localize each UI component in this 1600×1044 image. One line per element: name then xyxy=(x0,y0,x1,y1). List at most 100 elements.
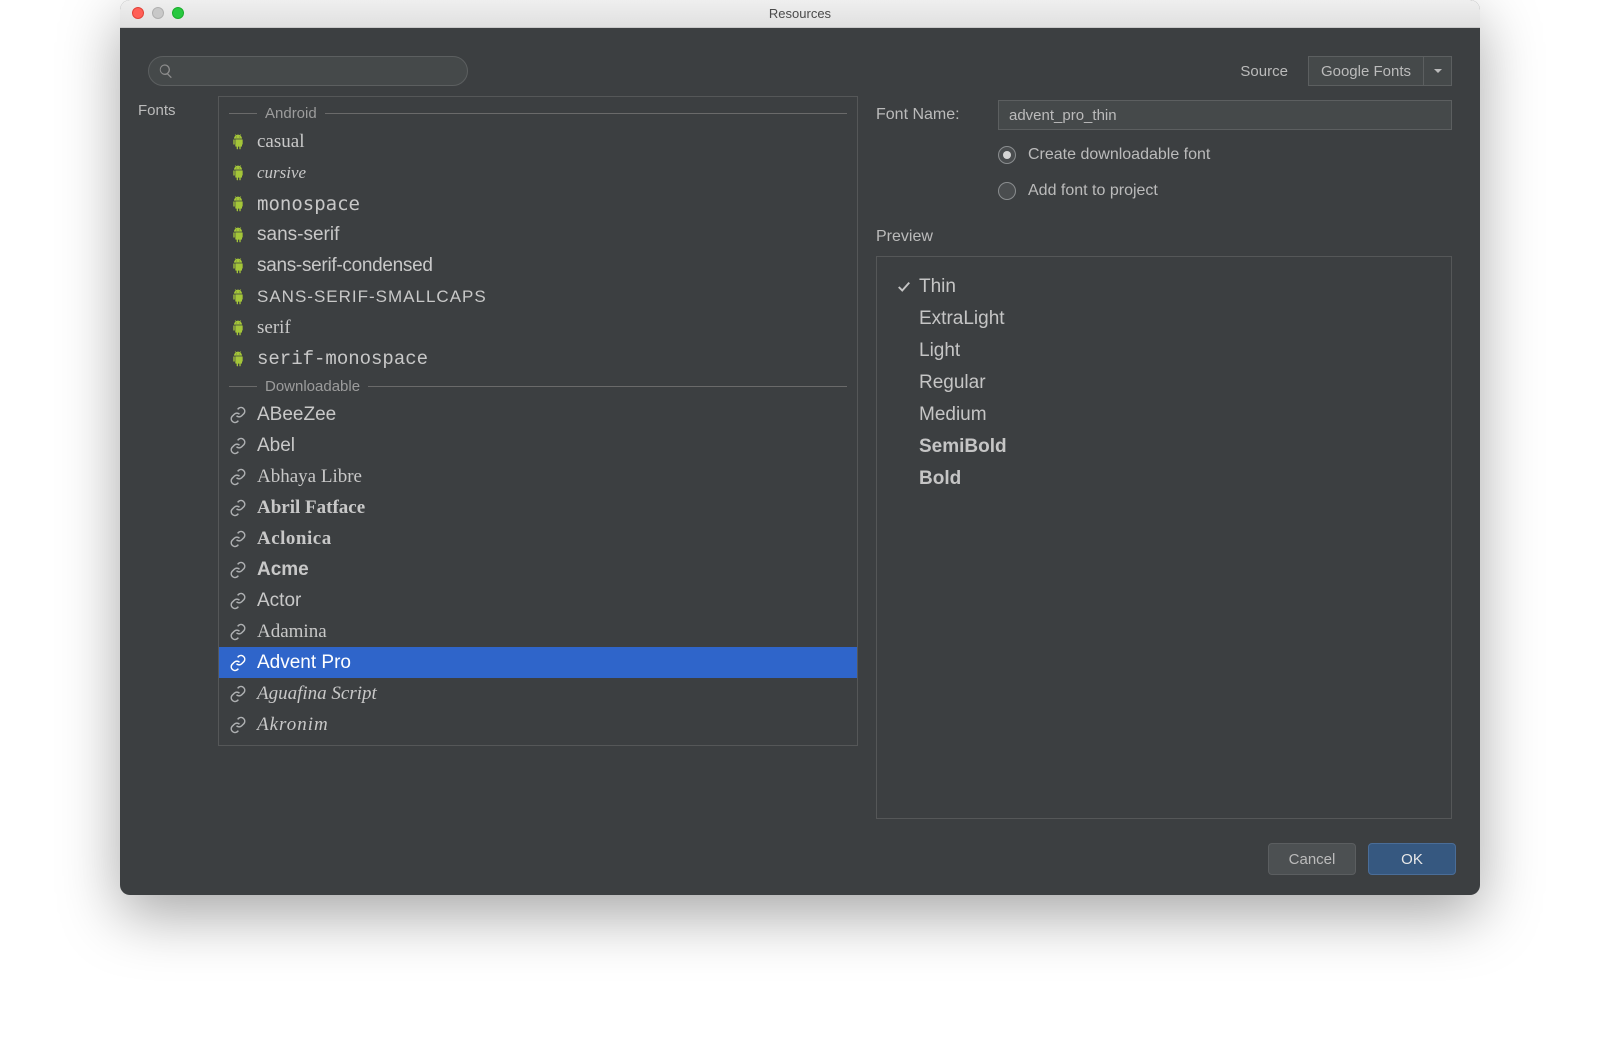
radio-icon xyxy=(998,146,1016,164)
font-list[interactable]: Android casual cursive monospace sans-serif s… xyxy=(218,96,858,746)
ok-button[interactable]: OK xyxy=(1368,843,1456,875)
font-item[interactable]: Acme xyxy=(219,554,857,585)
font-item[interactable]: serif-monospace xyxy=(219,343,857,374)
weight-label: Regular xyxy=(919,372,986,394)
android-icon xyxy=(229,289,247,305)
titlebar: Resources xyxy=(120,0,1480,28)
font-item[interactable]: cursive xyxy=(219,157,857,188)
check-icon xyxy=(895,280,913,294)
weight-row[interactable]: Regular xyxy=(895,367,1433,399)
font-item-label: Advent Pro xyxy=(257,652,351,674)
search-field xyxy=(148,56,468,86)
font-item-label: Abel xyxy=(257,435,295,457)
link-icon xyxy=(229,654,247,672)
font-item[interactable]: serif xyxy=(219,312,857,343)
font-item[interactable]: monospace xyxy=(219,188,857,219)
weight-row[interactable]: Thin xyxy=(895,271,1433,303)
font-item-label: sans-serif xyxy=(257,224,339,246)
font-item-label: cursive xyxy=(257,163,306,183)
search-input[interactable] xyxy=(148,56,468,86)
font-item-label: Abhaya Libre xyxy=(257,466,362,488)
weight-label: ExtraLight xyxy=(919,308,1005,330)
font-name-label: Font Name: xyxy=(876,106,986,124)
font-item[interactable]: Advent Pro xyxy=(219,647,857,678)
font-name-input[interactable] xyxy=(998,100,1452,130)
font-item-label: Aguafina Script xyxy=(257,683,377,705)
weight-row[interactable]: ExtraLight xyxy=(895,303,1433,335)
weight-label: Bold xyxy=(919,468,961,490)
weight-label: Thin xyxy=(919,276,956,298)
link-icon xyxy=(229,716,247,734)
font-item-label: Akronim xyxy=(257,714,329,736)
source-value: Google Fonts xyxy=(1309,63,1423,80)
android-icon xyxy=(229,134,247,150)
font-item-label: Aclonica xyxy=(257,528,332,550)
radio-add-to-project[interactable]: Add font to project xyxy=(998,182,1452,200)
font-item[interactable]: SANS-SERIF-SMALLCAPS xyxy=(219,281,857,312)
radio-icon xyxy=(998,182,1016,200)
font-item[interactable]: Aclonica xyxy=(219,523,857,554)
font-item-label: serif xyxy=(257,317,291,339)
cancel-button[interactable]: Cancel xyxy=(1268,843,1356,875)
font-item[interactable]: Abril Fatface xyxy=(219,492,857,523)
font-item-label: Acme xyxy=(257,559,309,581)
font-item[interactable]: casual xyxy=(219,126,857,157)
link-icon xyxy=(229,592,247,610)
radio-label: Add font to project xyxy=(1028,182,1158,200)
group-header: Android xyxy=(219,101,857,126)
weight-row[interactable]: Bold xyxy=(895,463,1433,495)
weight-label: Light xyxy=(919,340,960,362)
font-item-label: Adamina xyxy=(257,621,327,643)
weight-label: SemiBold xyxy=(919,436,1007,458)
font-item[interactable]: Abel xyxy=(219,430,857,461)
font-item[interactable]: Actor xyxy=(219,585,857,616)
font-item[interactable]: ABeeZee xyxy=(219,399,857,430)
font-item-label: Abril Fatface xyxy=(257,497,365,519)
link-icon xyxy=(229,499,247,517)
font-item[interactable]: sans-serif xyxy=(219,219,857,250)
weight-row[interactable]: SemiBold xyxy=(895,431,1433,463)
window-controls xyxy=(132,7,184,19)
resources-dialog: Resources Source Google Fonts Fonts Andr… xyxy=(120,0,1480,895)
font-item-label: sans-serif-condensed xyxy=(257,255,433,277)
weight-row[interactable]: Light xyxy=(895,335,1433,367)
link-icon xyxy=(229,468,247,486)
link-icon xyxy=(229,530,247,548)
preview-label: Preview xyxy=(876,228,1452,246)
weight-row[interactable]: Medium xyxy=(895,399,1433,431)
font-item[interactable]: Abhaya Libre xyxy=(219,461,857,492)
android-icon xyxy=(229,227,247,243)
font-item-label: monospace xyxy=(257,193,360,215)
font-item-label: ABeeZee xyxy=(257,404,336,426)
font-item-label: casual xyxy=(257,131,304,153)
font-item[interactable]: Aguafina Script xyxy=(219,678,857,709)
chevron-down-icon xyxy=(1423,57,1451,85)
weight-label: Medium xyxy=(919,404,987,426)
source-dropdown[interactable]: Google Fonts xyxy=(1308,56,1452,86)
search-icon xyxy=(158,63,174,79)
radio-create-downloadable[interactable]: Create downloadable font xyxy=(998,146,1452,164)
minimize-icon[interactable] xyxy=(152,7,164,19)
group-header: Downloadable xyxy=(219,374,857,399)
font-item-label: Actor xyxy=(257,590,301,612)
window-title: Resources xyxy=(769,6,831,21)
font-item[interactable]: Akronim xyxy=(219,709,857,740)
android-icon xyxy=(229,196,247,212)
android-icon xyxy=(229,165,247,181)
font-item[interactable]: sans-serif-condensed xyxy=(219,250,857,281)
font-item[interactable]: Adamina xyxy=(219,616,857,647)
preview-panel: Thin ExtraLight Light Regular Medium SemiBold… xyxy=(876,256,1452,819)
link-icon xyxy=(229,623,247,641)
link-icon xyxy=(229,406,247,424)
font-item-label: SANS-SERIF-SMALLCAPS xyxy=(257,287,487,307)
link-icon xyxy=(229,437,247,455)
link-icon xyxy=(229,685,247,703)
android-icon xyxy=(229,351,247,367)
font-item-label: serif-monospace xyxy=(257,348,428,370)
close-icon[interactable] xyxy=(132,7,144,19)
link-icon xyxy=(229,561,247,579)
zoom-icon[interactable] xyxy=(172,7,184,19)
fonts-section-label: Fonts xyxy=(138,96,200,819)
android-icon xyxy=(229,258,247,274)
radio-label: Create downloadable font xyxy=(1028,146,1210,164)
